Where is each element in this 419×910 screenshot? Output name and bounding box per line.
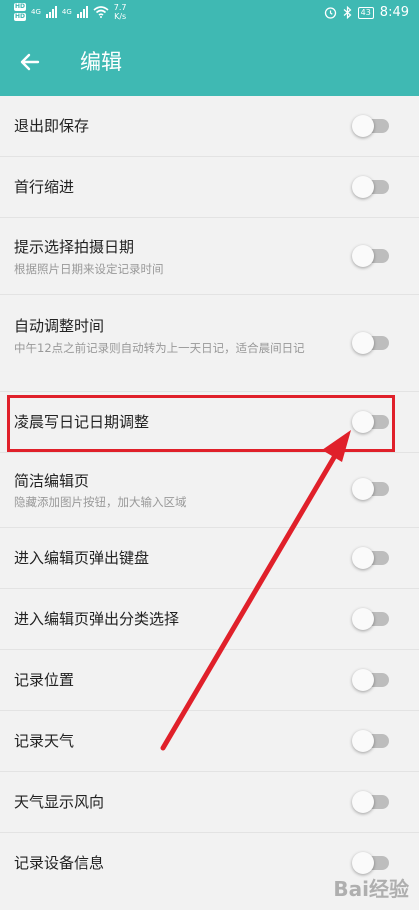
setting-label: 记录天气	[14, 732, 75, 750]
signal-icon-2	[76, 6, 88, 18]
setting-label: 简洁编辑页	[14, 472, 90, 490]
status-left: HD HD 4G 4G 7.7 K/s	[14, 2, 127, 22]
app-bar: 编辑	[0, 28, 419, 96]
setting-prompt-photo-date[interactable]: 提示选择拍摄日期 根据照片日期来设定记录时间	[0, 218, 419, 295]
toggle-knob	[352, 730, 374, 752]
exit-save-toggle[interactable]	[352, 115, 389, 137]
network-type-2: 4G	[61, 8, 72, 16]
setting-show-category-picker[interactable]: 进入编辑页弹出分类选择	[0, 589, 419, 650]
early-morning-date-adjust-toggle[interactable]	[352, 411, 389, 433]
record-location-toggle[interactable]	[352, 669, 389, 691]
page-title: 编辑	[80, 50, 122, 74]
setting-label: 进入编辑页弹出键盘	[14, 549, 150, 567]
toggle-knob	[352, 176, 374, 198]
setting-label: 提示选择拍摄日期	[14, 238, 135, 256]
setting-description: 中午12点之前记录则自动转为上一天日记，适合晨间日记	[14, 341, 305, 355]
simple-edit-page-toggle[interactable]	[352, 478, 389, 500]
setting-label: 天气显示风向	[14, 793, 105, 811]
setting-label: 进入编辑页弹出分类选择	[14, 610, 180, 628]
setting-label: 记录设备信息	[14, 854, 105, 872]
setting-label: 凌晨写日记日期调整	[14, 413, 150, 431]
setting-show-keyboard[interactable]: 进入编辑页弹出键盘	[0, 528, 419, 589]
network-type-1: 4G	[31, 8, 41, 16]
setting-description: 隐藏添加图片按钮，加大输入区域	[14, 495, 187, 509]
settings-list: 退出即保存 首行缩进 提示选择拍摄日期 根据照片日期来设定记录时间 自动调整时间…	[0, 96, 419, 893]
back-arrow-icon[interactable]	[14, 46, 46, 78]
hd-label-2: HD	[14, 13, 27, 21]
setting-simple-edit-page[interactable]: 简洁编辑页 隐藏添加图片按钮，加大输入区域	[0, 453, 419, 528]
watermark: Bai经验	[333, 877, 409, 901]
clock: 8:49	[379, 5, 409, 20]
setting-exit-save[interactable]: 退出即保存	[0, 96, 419, 157]
setting-record-location[interactable]: 记录位置	[0, 650, 419, 711]
alarm-icon	[324, 7, 336, 19]
toggle-knob	[352, 669, 374, 691]
first-line-indent-toggle[interactable]	[352, 176, 389, 198]
setting-weather-wind[interactable]: 天气显示风向	[0, 772, 419, 833]
setting-label: 记录位置	[14, 671, 75, 689]
setting-description: 根据照片日期来设定记录时间	[14, 262, 164, 276]
toggle-knob	[352, 791, 374, 813]
setting-label: 首行缩进	[14, 178, 75, 196]
record-device-info-toggle[interactable]	[352, 852, 389, 874]
show-keyboard-toggle[interactable]	[352, 547, 389, 569]
setting-label: 退出即保存	[14, 117, 90, 135]
toggle-knob	[352, 608, 374, 630]
setting-first-line-indent[interactable]: 首行缩进	[0, 157, 419, 218]
auto-adjust-time-toggle[interactable]	[352, 332, 389, 354]
battery-icon: 43	[357, 6, 374, 19]
show-category-picker-toggle[interactable]	[352, 608, 389, 630]
bluetooth-icon	[343, 6, 352, 19]
toggle-knob	[352, 245, 374, 267]
toggle-knob	[352, 411, 374, 433]
speed-unit: K/s	[114, 12, 127, 21]
wifi-icon	[93, 6, 109, 18]
setting-auto-adjust-time[interactable]: 自动调整时间 中午12点之前记录则自动转为上一天日记，适合晨间日记	[0, 295, 419, 392]
speed-value: 7.7	[113, 3, 127, 12]
toggle-knob	[352, 115, 374, 137]
toggle-knob	[352, 852, 374, 874]
status-right: 43 8:49	[324, 5, 409, 20]
hd-icon: HD HD	[14, 2, 27, 22]
setting-label: 自动调整时间	[14, 317, 105, 335]
network-speed: 7.7 K/s	[114, 3, 127, 21]
setting-early-morning-date-adjust[interactable]: 凌晨写日记日期调整	[0, 392, 419, 453]
hd-label-1: HD	[14, 3, 27, 11]
signal-icon	[45, 6, 57, 18]
toggle-knob	[352, 332, 374, 354]
prompt-photo-date-toggle[interactable]	[352, 245, 389, 267]
setting-record-weather[interactable]: 记录天气	[0, 711, 419, 772]
toggle-knob	[352, 547, 374, 569]
toggle-knob	[352, 478, 374, 500]
status-bar: HD HD 4G 4G 7.7 K/s 43 8:49	[0, 0, 419, 28]
weather-wind-toggle[interactable]	[352, 791, 389, 813]
record-weather-toggle[interactable]	[352, 730, 389, 752]
